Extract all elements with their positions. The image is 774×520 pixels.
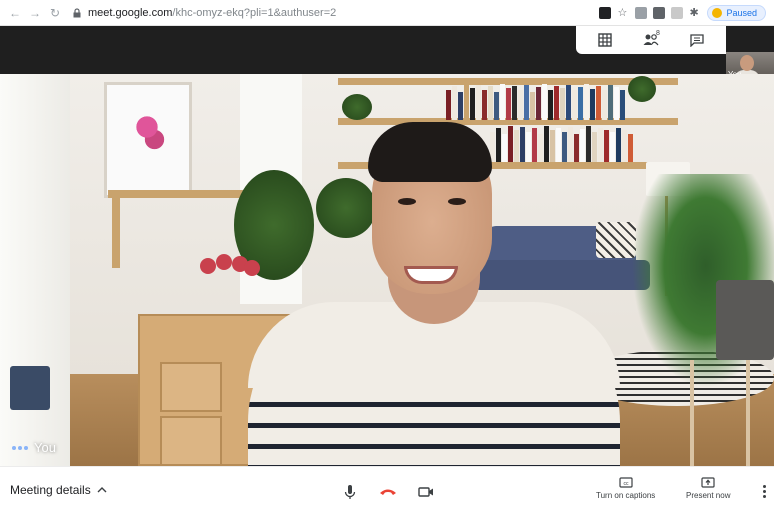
extension-icon-2[interactable] <box>653 6 666 19</box>
background-shelf-left <box>108 190 258 198</box>
back-icon[interactable]: ← <box>8 6 22 20</box>
present-screen-icon <box>701 477 715 488</box>
meeting-details-button[interactable]: Meeting details <box>10 483 107 497</box>
large-plant-pot <box>716 280 774 360</box>
meeting-details-label: Meeting details <box>10 483 91 497</box>
extension-icon[interactable] <box>635 6 648 19</box>
people-button[interactable]: 8 <box>628 26 674 54</box>
apple <box>200 258 216 274</box>
main-video-feed: You <box>0 74 774 466</box>
present-now-label: Present now <box>686 491 731 500</box>
url-host: meet.google.com <box>88 6 173 19</box>
grid-icon <box>598 33 612 47</box>
present-now-button[interactable]: Present now <box>686 477 730 500</box>
person-hair <box>368 122 492 182</box>
captions-button[interactable]: cc Turn on captions <box>596 477 655 500</box>
puzzle-icon[interactable]: ✱ <box>689 7 701 19</box>
participant-name-tag: You <box>12 440 56 455</box>
meeting-controls-bar: Meeting details cc Turn on captions Pres… <box>0 466 774 520</box>
flower-art <box>135 107 165 157</box>
extension-icon-3[interactable] <box>671 6 684 19</box>
camera-extension-icon[interactable] <box>599 6 612 19</box>
microphone-button[interactable] <box>338 481 362 503</box>
people-count: 8 <box>656 30 660 37</box>
apple-bowl <box>196 250 262 280</box>
reload-icon[interactable]: ↻ <box>48 6 62 20</box>
browser-toolbar: ← → ↻ meet.google.com/khc-omyz-ekq?pli=1… <box>0 0 774 26</box>
profile-paused-button[interactable]: Paused <box>707 4 766 21</box>
person-eye-left <box>398 198 416 205</box>
person-eye-right <box>448 198 466 205</box>
url-path: /khc-omyz-ekq?pli=1&authuser=2 <box>172 6 337 19</box>
participant-name: You <box>34 440 56 455</box>
background-art-frame <box>104 82 192 198</box>
captions-label: Turn on captions <box>596 491 656 500</box>
cabinet-drawer-bottom <box>160 416 222 466</box>
plant-on-stand <box>316 178 376 238</box>
top-controls-panel: 8 <box>576 26 726 54</box>
profile-avatar <box>712 7 723 18</box>
audio-indicator-icon <box>12 445 28 450</box>
address-bar[interactable]: meet.google.com/khc-omyz-ekq?pli=1&authu… <box>72 7 599 19</box>
meet-header: 8 You <box>0 26 774 80</box>
grid-view-button[interactable] <box>582 26 628 54</box>
cabinet-drawer-top <box>160 362 222 412</box>
books-row-top <box>446 82 625 120</box>
background-shelf-bracket <box>112 198 120 268</box>
bookmark-star-icon[interactable]: ☆ <box>617 7 629 19</box>
windowsill-pot <box>10 366 50 410</box>
chat-button[interactable] <box>674 26 720 54</box>
lock-icon <box>73 7 81 17</box>
chevron-up-icon <box>97 487 107 493</box>
hang-up-icon <box>380 489 396 495</box>
closed-captions-icon: cc <box>619 477 633 488</box>
books-row-middle <box>490 124 633 162</box>
more-options-button[interactable] <box>763 485 766 498</box>
camera-button[interactable] <box>414 481 438 503</box>
microphone-icon <box>344 485 356 499</box>
forward-icon[interactable]: → <box>28 6 42 20</box>
self-view-face <box>740 55 754 71</box>
more-vert-icon <box>763 485 766 488</box>
profile-status: Paused <box>726 7 757 18</box>
wooden-stool <box>690 360 750 466</box>
chat-icon <box>690 33 704 47</box>
video-camera-icon <box>418 487 433 497</box>
apple <box>216 254 232 270</box>
svg-text:cc: cc <box>623 481 629 487</box>
end-call-button[interactable] <box>376 481 400 503</box>
shelf-plant <box>342 94 372 120</box>
shelf-plant-right <box>628 76 656 102</box>
apple <box>244 260 260 276</box>
